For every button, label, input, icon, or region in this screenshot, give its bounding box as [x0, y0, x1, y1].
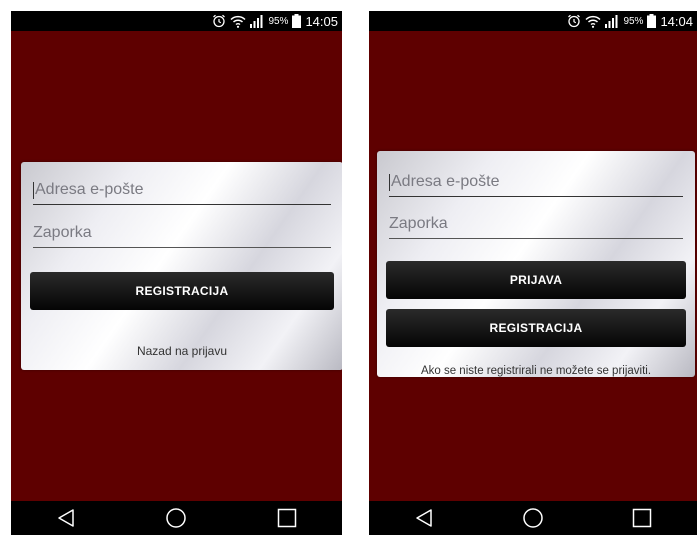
register-card: Adresa e-pošte Zaporka REGISTRACIJA Naza…: [21, 162, 342, 370]
alarm-icon: [568, 14, 581, 28]
email-placeholder: Adresa e-pošte: [391, 173, 500, 190]
password-field[interactable]: Zaporka: [389, 213, 683, 239]
password-placeholder: Zaporka: [33, 224, 92, 241]
signal-icon: [250, 14, 263, 28]
text-cursor: [389, 174, 390, 191]
signal-icon: [605, 14, 618, 28]
clock: 14:05: [305, 13, 338, 29]
text-cursor: [33, 182, 34, 199]
back-icon[interactable]: [413, 507, 435, 529]
battery-percent: 95%: [268, 15, 289, 27]
home-icon[interactable]: [165, 507, 187, 529]
navigation-bar: [11, 501, 342, 535]
home-icon[interactable]: [522, 507, 544, 529]
info-text: Ako se niste registrirali ne možete se p…: [420, 365, 652, 377]
clock: 14:04: [660, 13, 693, 29]
register-button[interactable]: REGISTRACIJA: [386, 309, 686, 347]
phone-screen-register: 95% 14:05 Adresa e-pošte Zaporka REGISTR…: [11, 11, 342, 535]
recents-icon[interactable]: [276, 507, 298, 529]
status-bar: 95% 14:05: [11, 11, 342, 31]
navigation-bar: [369, 501, 697, 535]
email-placeholder: Adresa e-pošte: [35, 181, 144, 198]
wifi-icon: [585, 15, 601, 28]
phone-screen-login: 95% 14:04 Adresa e-pošte Zaporka PRIJAVA…: [369, 11, 697, 535]
status-bar: 95% 14:04: [369, 11, 697, 31]
password-placeholder: Zaporka: [389, 215, 448, 232]
login-card: Adresa e-pošte Zaporka PRIJAVA REGISTRAC…: [377, 151, 695, 377]
wifi-icon: [230, 15, 246, 28]
battery-icon: [292, 14, 302, 28]
email-field[interactable]: Adresa e-pošte: [389, 171, 683, 197]
login-button[interactable]: PRIJAVA: [386, 261, 686, 299]
back-to-login-link[interactable]: Nazad na prijavu: [21, 344, 342, 358]
alarm-icon: [213, 14, 226, 28]
battery-icon: [647, 14, 657, 28]
email-field[interactable]: Adresa e-pošte: [33, 179, 331, 205]
password-field[interactable]: Zaporka: [33, 222, 331, 248]
back-icon[interactable]: [55, 507, 77, 529]
register-button[interactable]: REGISTRACIJA: [30, 272, 334, 310]
recents-icon[interactable]: [631, 507, 653, 529]
battery-percent: 95%: [623, 15, 644, 27]
